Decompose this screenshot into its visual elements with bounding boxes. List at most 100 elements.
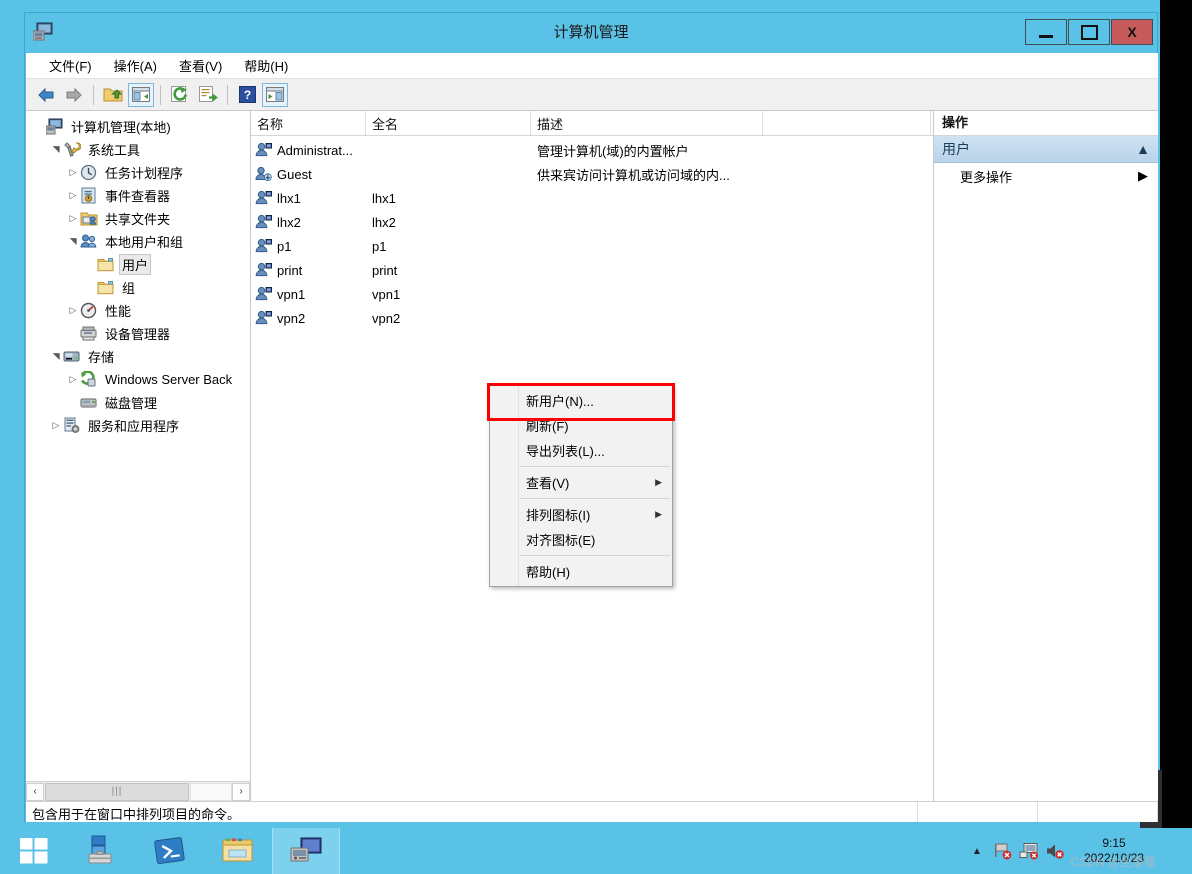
start-button-icon[interactable] xyxy=(0,828,68,874)
context-menu-item-label: 对齐图标(E) xyxy=(526,533,596,548)
menu-file[interactable]: 文件(F) xyxy=(38,53,103,78)
taskbar-clock[interactable]: 9:15 2022/10/23 xyxy=(1068,836,1160,866)
storage-icon xyxy=(63,348,81,365)
export-list-icon[interactable] xyxy=(195,83,221,107)
help-icon[interactable]: ? xyxy=(234,83,260,107)
user-icon xyxy=(255,262,273,278)
context-menu-separator xyxy=(520,498,670,499)
refresh-icon[interactable] xyxy=(167,83,193,107)
more-actions-item[interactable]: 更多操作 ▶ xyxy=(934,163,1158,189)
action-pane-title: 操作 xyxy=(934,111,1158,136)
context-menu-item-label: 查看(V) xyxy=(526,476,570,491)
system-tools-icon xyxy=(63,141,82,158)
context-menu-item-3[interactable]: 查看(V) ▶ xyxy=(490,470,672,495)
tree-horizontal-scrollbar[interactable]: ‹ ||| › xyxy=(26,781,250,801)
cell-name: Administrat... xyxy=(251,142,366,158)
tree-item-4[interactable]: ▷ 共享文件夹 xyxy=(26,207,250,230)
context-menu-item-6[interactable]: 帮助(H) xyxy=(490,559,672,584)
tree-item-label: 事件查看器 xyxy=(105,189,171,204)
tree-item-5[interactable]: ◢ 本地用户和组 xyxy=(26,230,250,253)
show-hide-tree-icon[interactable] xyxy=(128,82,154,107)
maximize-button[interactable] xyxy=(1068,19,1110,45)
table-row[interactable]: p1 p1 xyxy=(251,234,933,258)
expander-collapsed-icon[interactable]: ▷ xyxy=(66,305,80,316)
up-folder-icon[interactable] xyxy=(100,83,126,107)
column-header-2[interactable]: 描述 xyxy=(531,111,763,135)
network-error-icon[interactable] xyxy=(1016,828,1042,874)
column-header-0[interactable]: 名称 xyxy=(251,111,366,135)
expander-collapsed-icon[interactable]: ▷ xyxy=(49,420,63,431)
title-bar[interactable]: 计算机管理 X xyxy=(25,13,1157,53)
flag-alert-icon[interactable] xyxy=(990,828,1016,874)
tree-item-label: 系统工具 xyxy=(88,143,141,158)
action-group-users[interactable]: 用户 ▲ xyxy=(934,136,1158,163)
table-row[interactable]: Administrat... 管理计算机(域)的内置帐户 xyxy=(251,138,933,162)
scroll-thumb[interactable]: ||| xyxy=(45,782,189,801)
tree-item-1[interactable]: ◢ 系统工具 xyxy=(26,138,250,161)
server-manager-icon[interactable] xyxy=(68,828,136,874)
tree-item-10[interactable]: ◢ 存储 xyxy=(26,345,250,368)
tree-item-8[interactable]: ▷ 性能 xyxy=(26,299,250,322)
back-icon[interactable] xyxy=(33,83,59,107)
table-row[interactable]: Guest 供来宾访问计算机或访问域的内... xyxy=(251,162,933,186)
scroll-left-arrow[interactable]: ‹ xyxy=(26,782,44,801)
table-row[interactable]: vpn1 vpn1 xyxy=(251,282,933,306)
context-menu-item-1[interactable]: 刷新(F) xyxy=(490,413,672,438)
table-row[interactable]: print print xyxy=(251,258,933,282)
file-explorer-icon[interactable] xyxy=(204,828,272,874)
tree-item-6[interactable]: 用户 xyxy=(26,253,250,276)
user-name-label: lhx2 xyxy=(277,214,301,230)
context-menu-item-2[interactable]: 导出列表(L)... xyxy=(490,438,672,463)
table-row[interactable]: lhx2 lhx2 xyxy=(251,210,933,234)
toolbar-separator xyxy=(160,84,161,105)
volume-muted-icon[interactable] xyxy=(1042,828,1068,874)
minimize-button[interactable] xyxy=(1025,19,1067,45)
tree-item-3[interactable]: ▷ 事件查看器 xyxy=(26,184,250,207)
context-menu-item-5[interactable]: 对齐图标(E) xyxy=(490,527,672,552)
cell-name: print xyxy=(251,262,366,278)
tree-item-7[interactable]: 组 xyxy=(26,276,250,299)
powershell-icon[interactable] xyxy=(136,828,204,874)
chevron-up-icon[interactable]: ▲ xyxy=(1136,141,1150,157)
clock-date: 2022/10/23 xyxy=(1083,851,1145,865)
close-button[interactable]: X xyxy=(1111,19,1153,45)
backup-icon xyxy=(80,370,98,388)
expander-expanded-icon[interactable]: ◢ xyxy=(51,143,62,157)
tree-item-0[interactable]: 计算机管理(本地) xyxy=(26,115,250,138)
user-name-label: lhx1 xyxy=(277,190,301,206)
expander-collapsed-icon[interactable]: ▷ xyxy=(66,190,80,201)
tree-item-2[interactable]: ▷ 任务计划程序 xyxy=(26,161,250,184)
cell-description: 供来宾访问计算机或访问域的内... xyxy=(537,167,730,183)
scroll-right-arrow[interactable]: › xyxy=(232,782,250,801)
user-name-label: vpn2 xyxy=(277,310,306,326)
column-header-1[interactable]: 全名 xyxy=(366,111,531,135)
forward-icon[interactable] xyxy=(61,83,87,107)
user-icon xyxy=(255,310,273,326)
expander-collapsed-icon[interactable]: ▷ xyxy=(66,213,80,224)
column-header-3[interactable] xyxy=(763,111,931,135)
tree-item-13[interactable]: ▷ 服务和应用程序 xyxy=(26,414,250,437)
tray-overflow-arrow-icon[interactable]: ▲ xyxy=(964,828,990,874)
tree-item-12[interactable]: 磁盘管理 xyxy=(26,391,250,414)
table-row[interactable]: vpn2 vpn2 xyxy=(251,306,933,330)
list-column-headers: 名称 全名 描述 xyxy=(251,111,933,136)
tree-item-11[interactable]: ▷ Windows Server Back xyxy=(26,368,250,391)
tree-item-label: 性能 xyxy=(105,304,132,319)
menu-help[interactable]: 帮助(H) xyxy=(233,53,299,78)
table-row[interactable]: lhx1 lhx1 xyxy=(251,186,933,210)
show-action-pane-icon[interactable] xyxy=(262,82,288,107)
context-menu-item-0[interactable]: 新用户(N)... xyxy=(490,388,672,413)
computer-management-taskbar-icon[interactable] xyxy=(272,828,340,874)
menu-action[interactable]: 操作(A) xyxy=(103,53,168,78)
tree-item-9[interactable]: 设备管理器 xyxy=(26,322,250,345)
tree-pane: 计算机管理(本地) ◢ 系统工具 ▷ 任务计划程序 ▷ 事件查看器 ▷ 共享文件夹 ◢ 本地用户和组… xyxy=(26,111,251,801)
scroll-track[interactable] xyxy=(190,782,232,801)
expander-collapsed-icon[interactable]: ▷ xyxy=(66,374,80,385)
expander-collapsed-icon[interactable]: ▷ xyxy=(66,167,80,178)
menu-view[interactable]: 查看(V) xyxy=(168,53,233,78)
expander-expanded-icon[interactable]: ◢ xyxy=(51,350,62,364)
context-menu-item-4[interactable]: 排列图标(I) ▶ xyxy=(490,502,672,527)
tree-item-label: 磁盘管理 xyxy=(105,396,158,411)
expander-expanded-icon[interactable]: ◢ xyxy=(68,235,79,249)
tree-item-label: 本地用户和组 xyxy=(105,235,184,250)
